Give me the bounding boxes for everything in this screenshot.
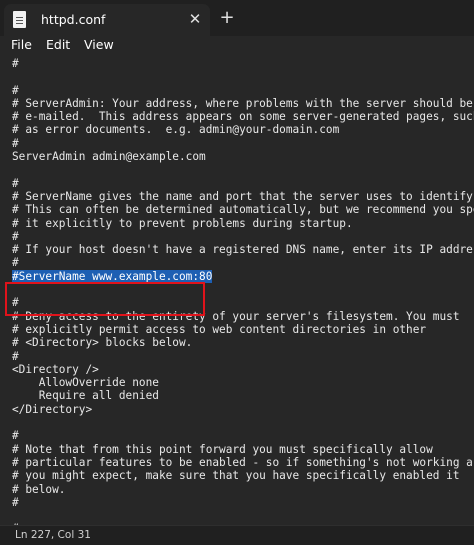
editor-line: ServerAdmin admin@example.com [12, 150, 206, 164]
notepad-icon [13, 11, 26, 28]
editor-line: # it explicitly to prevent problems duri… [12, 216, 353, 230]
text-editor[interactable]: # # # ServerAdmin: Your address, where pro… [0, 58, 474, 525]
editor-line: </Directory> [12, 402, 93, 416]
menu-edit[interactable]: Edit [46, 37, 70, 52]
editor-line: # e-mailed. This address appears on some… [12, 110, 474, 124]
selected-text[interactable]: #ServerName www.example.com:80 [12, 269, 213, 283]
editor-line: AllowOverride none [12, 376, 159, 390]
editor-line: # particular features to be enabled - so… [12, 455, 474, 469]
title-bar: httpd.conf ✕ + [0, 0, 474, 36]
editor-line: # Note that from this point forward you … [12, 442, 433, 456]
highlight-box [5, 282, 205, 316]
editor-line: # explicitly permit access to web conten… [12, 322, 427, 336]
editor-line: # [12, 83, 19, 97]
editor-line: Require all denied [12, 389, 159, 403]
editor-line: # ServerName gives the name and port tha… [12, 189, 473, 203]
editor-line: # ServerAdmin: Your address, where probl… [12, 96, 473, 110]
close-icon[interactable]: ✕ [185, 9, 205, 29]
editor-line: # [12, 429, 19, 443]
editor-line: # This can often be determined automatic… [12, 203, 474, 217]
editor-line: # [12, 256, 19, 270]
new-tab-icon[interactable]: + [217, 8, 237, 28]
editor-line: # [12, 136, 19, 150]
tab-httpd-conf[interactable]: httpd.conf ✕ [4, 4, 210, 36]
editor-line: # If your host doesn't have a registered… [12, 243, 474, 257]
editor-line: # [12, 495, 19, 509]
cursor-position: Ln 227, Col 31 [15, 529, 91, 541]
menu-bar: File Edit View [0, 36, 474, 58]
tab-title: httpd.conf [41, 12, 106, 27]
status-bar: Ln 227, Col 31 [0, 525, 474, 545]
editor-line: # as error documents. e.g. admin@your-do… [12, 123, 340, 137]
editor-line: <Directory /> [12, 362, 99, 376]
editor-line: # below. [12, 482, 66, 496]
menu-file[interactable]: File [11, 37, 32, 52]
editor-line: # <Directory> blocks below. [12, 336, 193, 350]
editor-line: # [12, 176, 19, 190]
editor-line: # you might expect, make sure that you h… [12, 469, 460, 483]
menu-view[interactable]: View [84, 37, 114, 52]
editor-line: # [12, 58, 19, 70]
editor-line: # [12, 229, 19, 243]
editor-line: # [12, 349, 19, 363]
